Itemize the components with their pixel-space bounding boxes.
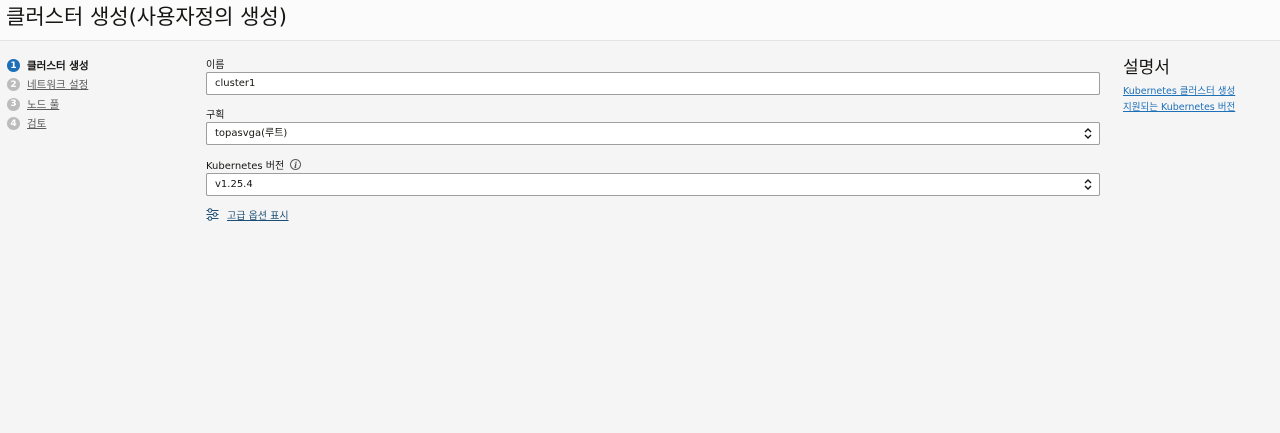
name-label: 이름 [206,56,224,71]
step-number: 3 [7,97,20,111]
step-number: 2 [7,78,20,92]
step-number: 4 [7,117,20,131]
page-title: 클러스터 생성(사용자정의 생성) [6,5,287,29]
compartment-select-value: topasvga(루트) [215,128,288,139]
name-label-text: 이름 [206,60,225,71]
wizard-steps: 1 클러스터 생성 2 네트워크 설정 3 노드 풀 4 검토 [7,56,89,133]
info-icon[interactable]: i [290,159,302,170]
help-title: 설명서 [1123,58,1170,78]
step-node-pool[interactable]: 3 노드 풀 [7,95,89,114]
compartment-label-text: 구획 [206,110,225,121]
k8s-version-label: Kubernetes 버전 i [206,157,302,172]
step-number: 1 [7,59,20,73]
step-label: 노드 풀 [27,98,60,111]
k8s-version-select-value: v1.25.4 [215,179,253,190]
show-advanced-options-link[interactable]: 고급 옵션 표시 [206,207,289,222]
step-label: 클러스터 생성 [27,60,89,73]
step-label: 검토 [27,118,47,131]
k8s-version-label-text: Kubernetes 버전 [206,161,285,172]
page-header: 클러스터 생성(사용자정의 생성) [0,0,1280,41]
compartment-select[interactable]: topasvga(루트) [206,122,1100,145]
help-link-create-cluster[interactable]: Kubernetes 클러스터 생성 [1123,83,1235,97]
step-review[interactable]: 4 검토 [7,114,89,133]
name-input-value: cluster1 [215,78,256,89]
compartment-label: 구획 [206,106,224,121]
step-label: 네트워크 설정 [27,79,89,92]
sliders-icon [206,208,219,221]
k8s-version-select[interactable]: v1.25.4 [206,173,1100,196]
advanced-options-label: 고급 옵션 표시 [227,211,289,222]
step-network-setup[interactable]: 2 네트워크 설정 [7,75,89,94]
help-link-supported-versions[interactable]: 지원되는 Kubernetes 버전 [1123,99,1235,113]
select-arrows-icon [1084,179,1092,190]
name-input[interactable]: cluster1 [206,72,1100,95]
step-create-cluster[interactable]: 1 클러스터 생성 [7,56,89,75]
select-arrows-icon [1084,128,1092,139]
